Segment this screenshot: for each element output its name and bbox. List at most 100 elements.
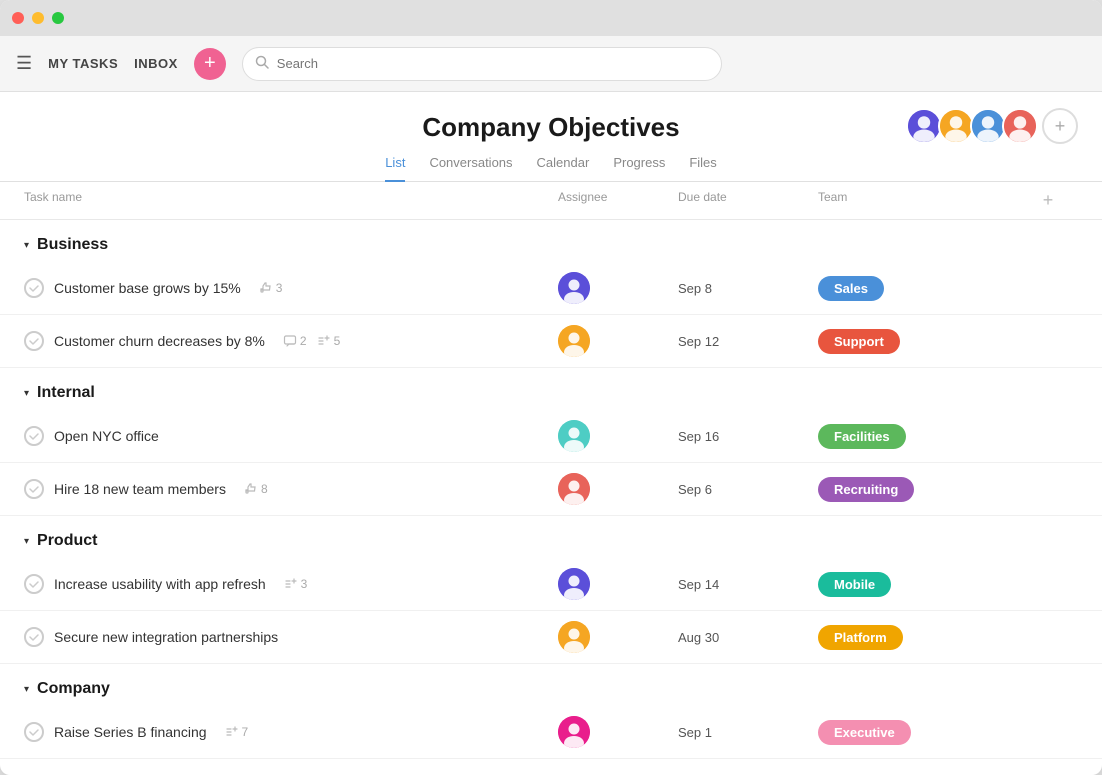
table-row[interactable]: Customer churn decreases by 8% 2 5 bbox=[0, 315, 1102, 368]
add-avatar-button[interactable]: + bbox=[1042, 108, 1078, 144]
add-button[interactable]: + bbox=[194, 48, 226, 80]
task-complete-toggle[interactable] bbox=[24, 627, 44, 647]
task-team: Facilities bbox=[818, 424, 1018, 449]
section-header-internal[interactable]: ▾ Internal bbox=[0, 368, 1102, 410]
close-button[interactable] bbox=[12, 12, 24, 24]
subtask-meta: 7 bbox=[225, 725, 249, 739]
task-meta: 3 bbox=[284, 577, 308, 591]
team-badge[interactable]: Sales bbox=[818, 276, 884, 301]
table-row[interactable]: Open NYC office Sep 16 Facilities bbox=[0, 410, 1102, 463]
sections-container: ▾ Business Customer base grows by 15% 3 bbox=[0, 220, 1102, 759]
avatar[interactable] bbox=[970, 108, 1006, 144]
assignee-avatar bbox=[558, 420, 590, 452]
subtask-meta: 3 bbox=[284, 577, 308, 591]
task-name-cell: Increase usability with app refresh 3 bbox=[24, 574, 558, 594]
task-name: Raise Series B financing bbox=[54, 724, 207, 740]
team-badge[interactable]: Mobile bbox=[818, 572, 891, 597]
subtask-count: 3 bbox=[301, 577, 308, 591]
task-due-date: Sep 6 bbox=[678, 482, 818, 497]
task-assignee[interactable] bbox=[558, 325, 678, 357]
assignee-avatar bbox=[558, 568, 590, 600]
table-row[interactable]: Secure new integration partnerships Aug … bbox=[0, 611, 1102, 664]
task-team: Mobile bbox=[818, 572, 1018, 597]
task-complete-toggle[interactable] bbox=[24, 722, 44, 742]
assignee-avatar bbox=[558, 473, 590, 505]
avatar[interactable] bbox=[906, 108, 942, 144]
task-due-date: Sep 14 bbox=[678, 577, 818, 592]
task-meta: 7 bbox=[225, 725, 249, 739]
col-task-name: Task name bbox=[24, 190, 558, 211]
tab-progress[interactable]: Progress bbox=[613, 155, 665, 182]
tab-conversations[interactable]: Conversations bbox=[429, 155, 512, 182]
task-complete-toggle[interactable] bbox=[24, 278, 44, 298]
task-complete-toggle[interactable] bbox=[24, 479, 44, 499]
add-column-button[interactable]: + bbox=[1018, 190, 1078, 211]
tab-calendar[interactable]: Calendar bbox=[537, 155, 590, 182]
section-header-company[interactable]: ▾ Company bbox=[0, 664, 1102, 706]
task-assignee[interactable] bbox=[558, 716, 678, 748]
tab-list[interactable]: List bbox=[385, 155, 405, 182]
task-assignee[interactable] bbox=[558, 621, 678, 653]
table-header: Task name Assignee Due date Team + bbox=[0, 182, 1102, 220]
section-header-product[interactable]: ▾ Product bbox=[0, 516, 1102, 558]
hamburger-icon[interactable]: ☰ bbox=[16, 53, 32, 74]
maximize-button[interactable] bbox=[52, 12, 64, 24]
subtask-count: 7 bbox=[242, 725, 249, 739]
task-team: Recruiting bbox=[818, 477, 1018, 502]
table-row[interactable]: Customer base grows by 15% 3 Sep 8 bbox=[0, 262, 1102, 315]
col-team: Team bbox=[818, 190, 1018, 211]
table-row[interactable]: Raise Series B financing 7 Sep 1 bbox=[0, 706, 1102, 759]
task-table: Task name Assignee Due date Team + ▾ Bus… bbox=[0, 182, 1102, 775]
minimize-button[interactable] bbox=[32, 12, 44, 24]
my-tasks-link[interactable]: MY TASKS bbox=[48, 56, 118, 71]
task-name-cell: Secure new integration partnerships bbox=[24, 627, 558, 647]
comment-meta: 2 bbox=[283, 334, 307, 348]
search-bar bbox=[242, 47, 722, 81]
comment-count: 2 bbox=[300, 334, 307, 348]
titlebar bbox=[0, 0, 1102, 36]
like-count: 8 bbox=[261, 482, 268, 496]
task-complete-toggle[interactable] bbox=[24, 426, 44, 446]
app-window: ☰ MY TASKS INBOX + Company Objectives bbox=[0, 0, 1102, 775]
avatar[interactable] bbox=[938, 108, 974, 144]
avatar[interactable] bbox=[1002, 108, 1038, 144]
subtask-count: 5 bbox=[334, 334, 341, 348]
section-title-product: Product bbox=[37, 532, 97, 550]
team-badge[interactable]: Platform bbox=[818, 625, 903, 650]
task-team: Support bbox=[818, 329, 1018, 354]
search-input[interactable] bbox=[277, 56, 709, 71]
task-complete-toggle[interactable] bbox=[24, 331, 44, 351]
section-title-company: Company bbox=[37, 680, 110, 698]
col-due-date: Due date bbox=[678, 190, 818, 211]
table-row[interactable]: Increase usability with app refresh 3 S bbox=[0, 558, 1102, 611]
section-arrow-company: ▾ bbox=[24, 684, 29, 695]
task-meta: 2 5 bbox=[283, 334, 340, 348]
col-assignee: Assignee bbox=[558, 190, 678, 211]
inbox-link[interactable]: INBOX bbox=[134, 56, 178, 71]
main-content: Company Objectives + List bbox=[0, 92, 1102, 775]
table-row[interactable]: Hire 18 new team members 8 Sep 6 bbox=[0, 463, 1102, 516]
page-header: Company Objectives + List bbox=[0, 92, 1102, 182]
task-name-cell: Hire 18 new team members 8 bbox=[24, 479, 558, 499]
task-assignee[interactable] bbox=[558, 272, 678, 304]
task-name: Open NYC office bbox=[54, 428, 159, 444]
section-arrow-product: ▾ bbox=[24, 536, 29, 547]
task-team: Sales bbox=[818, 276, 1018, 301]
team-badge[interactable]: Recruiting bbox=[818, 477, 914, 502]
section-arrow-business: ▾ bbox=[24, 240, 29, 251]
task-due-date: Sep 16 bbox=[678, 429, 818, 444]
task-name: Secure new integration partnerships bbox=[54, 629, 278, 645]
task-name-cell: Customer churn decreases by 8% 2 5 bbox=[24, 331, 558, 351]
assignee-avatar bbox=[558, 716, 590, 748]
tab-files[interactable]: Files bbox=[689, 155, 716, 182]
task-assignee[interactable] bbox=[558, 420, 678, 452]
team-badge[interactable]: Support bbox=[818, 329, 900, 354]
team-badge[interactable]: Facilities bbox=[818, 424, 906, 449]
team-badge[interactable]: Executive bbox=[818, 720, 911, 745]
task-name-cell: Raise Series B financing 7 bbox=[24, 722, 558, 742]
task-complete-toggle[interactable] bbox=[24, 574, 44, 594]
like-meta: 3 bbox=[259, 281, 283, 295]
task-assignee[interactable] bbox=[558, 473, 678, 505]
section-header-business[interactable]: ▾ Business bbox=[0, 220, 1102, 262]
task-assignee[interactable] bbox=[558, 568, 678, 600]
